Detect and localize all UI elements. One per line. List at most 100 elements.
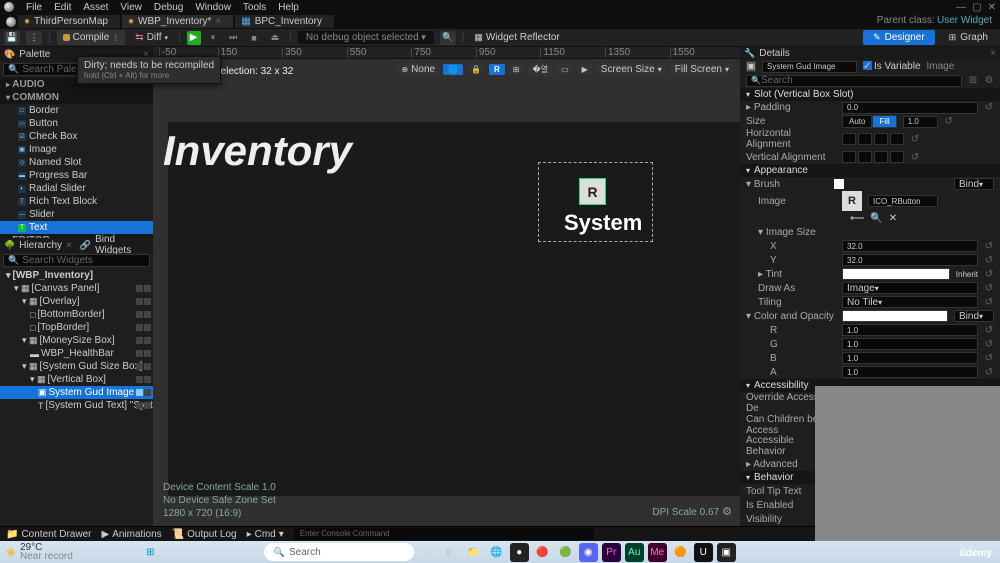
- play-button[interactable]: ▶: [187, 31, 201, 45]
- b-input[interactable]: 1.0: [842, 352, 978, 364]
- audition-icon[interactable]: Au: [625, 543, 644, 562]
- valign-buttons[interactable]: [842, 151, 904, 163]
- edge-icon[interactable]: 🌐: [487, 543, 506, 562]
- hierarchy-search[interactable]: 🔍 Search Widgets: [3, 254, 150, 267]
- palette-item-image[interactable]: ▣Image: [0, 143, 153, 156]
- blender-icon[interactable]: 🟠: [671, 543, 690, 562]
- palette-item-checkbox[interactable]: ☑Check Box: [0, 130, 153, 143]
- reset-asset-icon[interactable]: ✕: [889, 213, 897, 224]
- maximize-icon[interactable]: ▢: [972, 2, 981, 13]
- widget-canvas[interactable]: Inventory R System: [168, 122, 740, 496]
- designer-tab-button[interactable]: ✎ Designer: [863, 30, 935, 45]
- unreal-icon[interactable]: U: [694, 543, 713, 562]
- pause-icon[interactable]: ⏸: [207, 31, 220, 44]
- vp-grid-icon[interactable]: ⊞: [508, 64, 525, 75]
- cao-bind-button[interactable]: Bind ▾: [954, 310, 994, 322]
- eject-icon[interactable]: ⏏: [267, 31, 284, 44]
- premiere-icon[interactable]: Pr: [602, 543, 621, 562]
- tiling-select[interactable]: No Tile ▾: [842, 296, 978, 308]
- hierarchy-systemgudimage[interactable]: ▣ System Gud Image: [0, 386, 153, 399]
- hierarchy-overlay[interactable]: ▾ ▦ [Overlay]: [0, 295, 153, 308]
- chrome-icon[interactable]: 🔴: [533, 543, 552, 562]
- y-input[interactable]: 32.0: [842, 254, 978, 266]
- diff-button[interactable]: ⇆Diff▾: [131, 31, 172, 44]
- cao-swatch[interactable]: [842, 310, 948, 322]
- g-input[interactable]: 1.0: [842, 338, 978, 350]
- weather-widget[interactable]: ☀️29°CNear record: [6, 543, 73, 561]
- r-input[interactable]: 1.0: [842, 324, 978, 336]
- bind-widgets-tab[interactable]: 🔗 Bind Widgets: [76, 238, 153, 252]
- menu-help[interactable]: Help: [278, 2, 299, 13]
- tab-wbp-inventory[interactable]: ●WBP_Inventory*×: [122, 15, 233, 28]
- settings-icon[interactable]: ⚙: [984, 75, 994, 86]
- vp-outline-icon[interactable]: ▭: [556, 64, 574, 75]
- menu-window[interactable]: Window: [195, 2, 231, 13]
- reset-icon[interactable]: ↺: [984, 102, 994, 113]
- image-asset-select[interactable]: ICO_RButton: [868, 195, 938, 207]
- minimize-icon[interactable]: —: [956, 2, 966, 13]
- brush-swatch[interactable]: [834, 179, 844, 189]
- explorer-icon[interactable]: 📁: [464, 543, 483, 562]
- cmd-select[interactable]: ▸ Cmd ▾: [247, 529, 284, 540]
- close-details-icon[interactable]: ×: [990, 48, 996, 59]
- screen-size-select[interactable]: Screen Size ▾: [596, 63, 667, 76]
- section-appearance[interactable]: ▾ Appearance: [740, 164, 1000, 177]
- system-gud-image-widget[interactable]: R: [579, 178, 606, 205]
- hierarchy-verticalbox[interactable]: ▾ ▦ [Vertical Box]: [0, 373, 153, 386]
- hierarchy-root[interactable]: ▾ [WBP_Inventory]: [0, 269, 153, 282]
- menu-tools[interactable]: Tools: [243, 2, 266, 13]
- output-log-button[interactable]: 📜 Output Log: [172, 529, 237, 540]
- drawas-select[interactable]: Image ▾: [842, 282, 978, 294]
- taskbar-search[interactable]: 🔍 Search: [264, 543, 414, 561]
- menu-view[interactable]: View: [120, 2, 142, 13]
- tab-bpc-inventory[interactable]: ▦BPC_Inventory: [235, 15, 334, 28]
- graph-tab-button[interactable]: ⊞ Graph: [941, 30, 996, 45]
- padding-input[interactable]: 0.0: [842, 102, 978, 114]
- copilot-icon[interactable]: ◐: [418, 543, 437, 562]
- media-encoder-icon[interactable]: Me: [648, 543, 667, 562]
- close-icon[interactable]: ✕: [988, 2, 996, 13]
- fill-screen-select[interactable]: Fill Screen ▾: [670, 63, 734, 76]
- menu-debug[interactable]: Debug: [154, 2, 183, 13]
- parent-class-link[interactable]: User Widget: [937, 15, 992, 26]
- debug-object-select[interactable]: No debug object selected ▾: [298, 31, 434, 44]
- hierarchy-healthbar[interactable]: ▬ WBP_HealthBar: [0, 347, 153, 360]
- browse-to-icon[interactable]: 🔍: [870, 213, 882, 224]
- tint-swatch[interactable]: [842, 268, 950, 280]
- filter-icon[interactable]: ⊞: [968, 75, 978, 86]
- use-selected-icon[interactable]: ⟵: [850, 213, 864, 224]
- stop-icon[interactable]: ■: [247, 32, 260, 44]
- start-icon[interactable]: ⊞: [141, 543, 160, 562]
- vp-r-icon[interactable]: R: [489, 64, 505, 75]
- size-value-input[interactable]: 1.0: [903, 116, 938, 128]
- skip-icon[interactable]: ⏭: [225, 31, 241, 44]
- close-tab-icon[interactable]: ×: [215, 16, 221, 27]
- widget-name-input[interactable]: System Gud Image: [762, 61, 857, 73]
- palette-item-radialslider[interactable]: ◐Radial Slider: [0, 182, 153, 195]
- compile-button[interactable]: Compile⋮: [57, 30, 126, 45]
- find-icon[interactable]: 🔍: [440, 31, 456, 45]
- section-slot[interactable]: ▾ Slot (Vertical Box Slot): [740, 88, 1000, 101]
- palette-item-progressbar[interactable]: ▬Progress Bar: [0, 169, 153, 182]
- vp-layout-icon[interactable]: �열: [528, 63, 554, 76]
- app-icon-1[interactable]: ●: [510, 543, 529, 562]
- console-command-input[interactable]: Enter Console Command: [294, 528, 594, 540]
- save-icon[interactable]: 💾: [4, 31, 20, 45]
- palette-item-button[interactable]: ▭Button: [0, 117, 153, 130]
- details-search[interactable]: 🔍 Search: [746, 75, 962, 87]
- size-mode-segment[interactable]: AutoFill: [842, 115, 897, 128]
- palette-item-text[interactable]: TText: [0, 221, 153, 234]
- epic-icon[interactable]: ▣: [717, 543, 736, 562]
- hierarchy-topborder[interactable]: □ [TopBorder]: [0, 321, 153, 334]
- hierarchy-bottomborder[interactable]: □ [BottomBorder]: [0, 308, 153, 321]
- taskview-icon[interactable]: ◧: [441, 543, 460, 562]
- is-variable-checkbox[interactable]: ✓Is Variable: [863, 61, 921, 72]
- hierarchy-moneysizebox[interactable]: ▾ ▦ [MoneySize Box]: [0, 334, 153, 347]
- discord-icon[interactable]: ◉: [579, 543, 598, 562]
- animations-button[interactable]: ▶ Animations: [101, 529, 161, 540]
- palette-item-richtextblock[interactable]: TRich Text Block: [0, 195, 153, 208]
- close-hierarchy-icon[interactable]: ×: [66, 240, 72, 251]
- halign-buttons[interactable]: [842, 133, 904, 145]
- palette-item-slider[interactable]: —Slider: [0, 208, 153, 221]
- browse-icon[interactable]: ⋮: [26, 31, 42, 45]
